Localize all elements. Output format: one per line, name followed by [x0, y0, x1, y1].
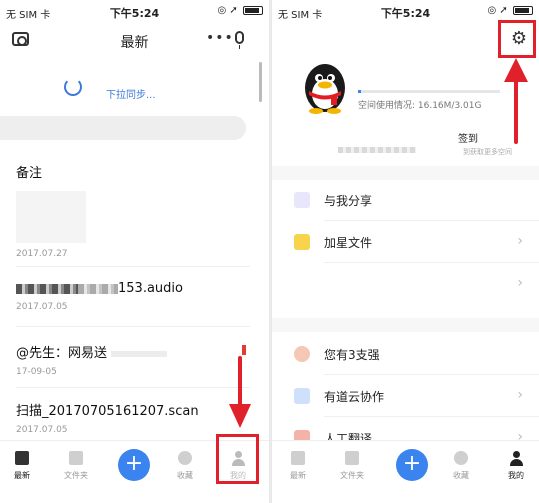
- tab-folder[interactable]: 文件夹: [332, 451, 372, 481]
- tab-label: 我的: [508, 471, 524, 480]
- tab-mine[interactable]: 我的: [496, 451, 536, 481]
- tab-bar: 最新 文件夹 + 收藏 我的: [272, 440, 539, 503]
- divider: [16, 387, 250, 388]
- menu-label: 与我分享: [324, 194, 373, 208]
- document-icon: [291, 451, 305, 465]
- share-icon: [294, 192, 310, 208]
- highlight-box: [498, 20, 536, 58]
- section-divider: [272, 166, 539, 180]
- sign-in-hint: 到获取更多空间: [463, 148, 512, 156]
- note-date: 17-09-05: [16, 367, 57, 377]
- annotation-arrow: [238, 356, 242, 408]
- annotation-arrow: [514, 80, 518, 144]
- tab-latest[interactable]: 最新: [2, 451, 42, 481]
- microphone-icon[interactable]: [235, 31, 244, 49]
- menu-item-collaboration[interactable]: 有道云协作 ›: [272, 376, 539, 416]
- redacted-text: [78, 283, 118, 294]
- tab-label: 收藏: [453, 471, 469, 480]
- refresh-icon: [64, 78, 82, 96]
- chevron-right-icon: ›: [517, 233, 523, 249]
- annotation-mark: [242, 345, 246, 355]
- storage-progress-fill: [358, 90, 361, 93]
- person-icon: [509, 451, 523, 467]
- battery-icon: ◎ ➚: [488, 5, 533, 16]
- menu-item-coupons[interactable]: 您有3支强: [272, 334, 539, 374]
- document-icon: [15, 451, 29, 465]
- tab-folder[interactable]: 文件夹: [56, 451, 96, 481]
- tab-latest[interactable]: 最新: [278, 451, 318, 481]
- annotation-arrow-head: [229, 404, 251, 428]
- annotation-arrow-head: [504, 58, 528, 82]
- menu-item-starred-files[interactable]: 加星文件 ›: [272, 222, 539, 262]
- menu-label: 加星文件: [324, 236, 373, 250]
- chevron-right-icon: ›: [517, 387, 523, 403]
- star-icon: [294, 234, 310, 250]
- tab-label: 文件夹: [340, 471, 364, 480]
- tab-label: 文件夹: [64, 471, 88, 480]
- chevron-right-icon: ›: [517, 275, 523, 291]
- note-title: 153.audio: [118, 281, 183, 296]
- storage-progress: [358, 90, 500, 93]
- note-date: 2017.07.27: [16, 249, 68, 259]
- storage-usage: 空间使用情况: 16.16M/3.01G: [358, 101, 482, 111]
- tab-favorites[interactable]: 收藏: [165, 451, 205, 481]
- status-bar: 无 SIM 卡 下午5:24 ◎ ➚: [0, 0, 269, 24]
- note-item[interactable]: 扫描_20170705161207.scan 2017.07.05: [16, 400, 256, 435]
- divider: [324, 416, 539, 417]
- search-bar[interactable]: [0, 116, 246, 140]
- note-title: 备注: [16, 166, 43, 181]
- star-icon: [178, 451, 192, 465]
- divider: [324, 220, 539, 221]
- tab-favorites[interactable]: 收藏: [441, 451, 481, 481]
- note-item[interactable]: @先生：网易送 17-09-05: [16, 342, 256, 377]
- more-icon[interactable]: •••: [206, 30, 234, 46]
- folder-icon: [69, 451, 83, 465]
- scrollbar[interactable]: [259, 62, 262, 102]
- pull-to-sync-label: 下拉同步...: [106, 90, 156, 101]
- note-title: 扫描_20170705161207.scan: [16, 404, 199, 419]
- battery-icon: ◎ ➚: [218, 5, 263, 16]
- sign-in-button[interactable]: 签到: [458, 130, 478, 145]
- note-title: @先生：网易送: [16, 346, 108, 361]
- menu-item-shared-with-me[interactable]: 与我分享: [272, 180, 539, 220]
- highlight-box: [216, 434, 259, 484]
- people-icon: [294, 388, 310, 404]
- folder-icon: [345, 451, 359, 465]
- redacted-text: [16, 283, 78, 294]
- note-thumbnail: [16, 191, 86, 243]
- section-divider: [272, 318, 539, 332]
- tab-label: 收藏: [177, 471, 193, 480]
- handshake-icon: [294, 346, 310, 362]
- menu-item-blank[interactable]: ›: [272, 264, 539, 304]
- add-button[interactable]: +: [118, 449, 150, 481]
- divider: [16, 266, 250, 267]
- note-item[interactable]: 153.audio 2017.07.05: [16, 281, 256, 312]
- divider: [16, 326, 250, 327]
- add-button[interactable]: +: [396, 449, 428, 481]
- menu-label: 您有3支强: [324, 348, 380, 362]
- avatar[interactable]: [297, 58, 353, 114]
- menu-label: 有道云协作: [324, 390, 385, 404]
- tab-label: 最新: [14, 471, 30, 480]
- note-date: 2017.07.05: [16, 302, 68, 312]
- divider: [324, 374, 539, 375]
- right-screen: 无 SIM 卡 下午5:24 ◎ ➚ ⚙ 空间使用情况: 16.16M/3.01…: [272, 0, 539, 503]
- left-screen: 无 SIM 卡 下午5:24 ◎ ➚ 最新 ••• 下拉同步... 备注 201…: [0, 0, 269, 503]
- tab-label: 最新: [290, 471, 306, 480]
- redacted-text: [111, 350, 168, 357]
- divider: [324, 262, 539, 263]
- note-item[interactable]: 备注 2017.07.27: [16, 162, 256, 259]
- star-icon: [454, 451, 468, 465]
